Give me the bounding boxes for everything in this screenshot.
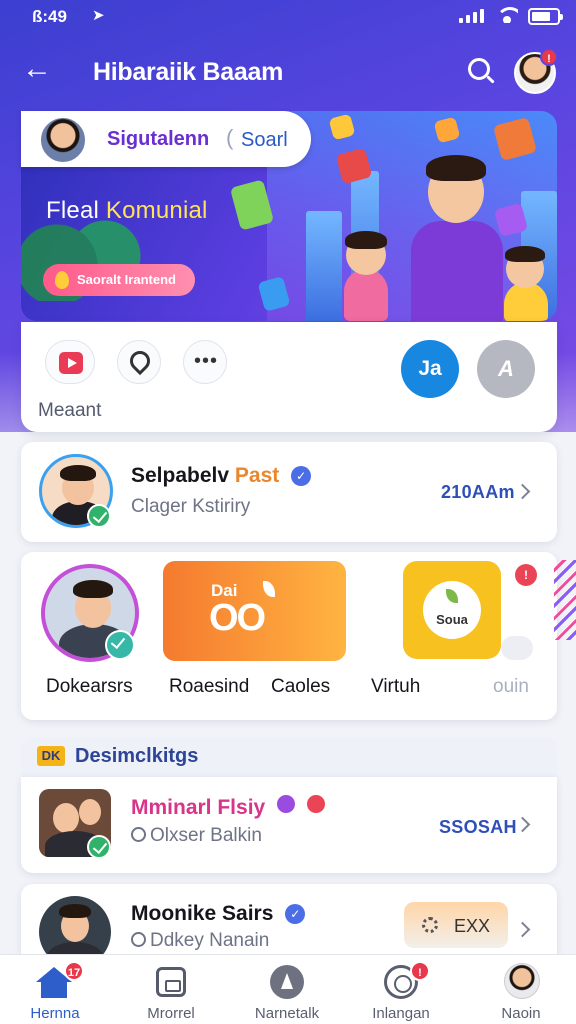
verified-badge-icon: ✓: [285, 904, 306, 924]
tab-market[interactable]: Narnetalk: [232, 955, 342, 1024]
chevron-right-icon[interactable]: [514, 816, 531, 833]
verified-check-icon: [87, 835, 111, 859]
music-note-icon: [105, 630, 135, 660]
tab-label: Inlangan: [372, 1005, 430, 1022]
tab-profile[interactable]: Naoin: [466, 955, 576, 1024]
carousel-label: Roaesind: [169, 676, 250, 697]
featured-subtitle: Clager Kstiriry: [131, 496, 251, 517]
status-time: ß:49: [32, 7, 67, 26]
tab-badge: 17: [64, 961, 84, 981]
location-button[interactable]: [117, 340, 161, 384]
yellow-app-tile[interactable]: Soua: [403, 561, 501, 659]
section-icon: DK: [37, 746, 65, 766]
leaf-icon: [263, 581, 275, 597]
banner-heading: Fleal Komunial: [46, 197, 208, 225]
red-dot-icon: [306, 795, 325, 813]
location-pin-icon: [125, 346, 155, 376]
banner-cta-label: Saoralt Irantend: [77, 272, 176, 287]
tab-badge: !: [410, 961, 430, 981]
list-item-meta: SSOSAH: [439, 817, 517, 837]
tab-label: Mrorrel: [147, 1005, 195, 1022]
quick-actions-card: ••• Meaant Ja A: [21, 322, 557, 432]
orange-tile-main: OO: [209, 597, 266, 639]
section-title: Desimclkitgs: [75, 745, 199, 767]
tab-home[interactable]: 17 Hernna: [0, 955, 110, 1024]
carousel-label: Dokearsrs: [46, 676, 133, 697]
bottom-tab-bar: 17 Hernna Mrorrel Narnetalk ! Inlangan N…: [0, 954, 576, 1024]
list-item-subtitle: Ddkey Nanain: [131, 930, 269, 952]
wifi-icon: [496, 7, 518, 23]
featured-title-accent: Past: [234, 464, 280, 487]
featured-title: Selpabelv Past ✓: [131, 464, 312, 488]
carousel-label: Caoles: [271, 676, 331, 697]
banner-heading-part1: Fleal: [46, 197, 100, 224]
profile-avatar-icon: [504, 963, 540, 999]
banner-child-figure: [336, 231, 396, 321]
tab-label: Naoin: [501, 1005, 541, 1022]
notification-badge: !: [540, 48, 558, 66]
list-item[interactable]: Mminarl Flsiy Olxser Balkin SSOSAH: [21, 777, 557, 873]
verified-badge-icon: ✓: [291, 466, 312, 486]
list-item-subtitle: Olxser Balkin: [131, 825, 262, 847]
purple-dot-icon: [277, 795, 296, 813]
carousel-label: ouin: [493, 676, 529, 697]
creator-name: Sigutalenn: [107, 128, 210, 150]
circle-icon: [131, 827, 146, 842]
back-arrow-icon[interactable]: ←: [22, 54, 52, 84]
extra-chip-label: EXX: [454, 916, 491, 936]
flame-icon: [55, 271, 69, 289]
tab-label: Hernna: [30, 1005, 80, 1022]
chevron-right-icon[interactable]: [514, 921, 531, 938]
battery-icon: [528, 8, 563, 25]
status-bar: ß:49 ➤: [0, 0, 576, 34]
carousel-label: Virtuh: [371, 676, 421, 697]
verified-check-icon: [87, 504, 111, 528]
primary-circle-button[interactable]: Ja: [401, 340, 459, 398]
gear-icon: [422, 917, 438, 933]
orange-app-tile[interactable]: Dai OO: [163, 561, 346, 661]
featured-meta: 210AAm: [441, 482, 515, 502]
more-dots-icon: •••: [193, 350, 218, 372]
secondary-circle-button[interactable]: A: [477, 340, 535, 398]
pill-separator: (: [226, 125, 234, 150]
banner-cta-button[interactable]: Saoralt Irantend: [43, 264, 195, 296]
actions-label: Meaant: [38, 400, 102, 421]
app-bar: ← Hibaraiik Baaam !: [0, 48, 576, 96]
creator-pill[interactable]: Sigutalenn ( Soarl: [21, 111, 311, 167]
location-arrow-icon: ➤: [92, 7, 105, 24]
search-icon[interactable]: [468, 58, 490, 80]
chevron-right-icon[interactable]: [514, 483, 531, 500]
list-item-title: Mminarl Flsiy: [131, 795, 325, 820]
banner-adult-figure: [406, 151, 506, 321]
more-button[interactable]: •••: [183, 340, 227, 384]
page-title: Hibaraiik Baaam: [93, 58, 284, 86]
tab-store[interactable]: Mrorrel: [116, 955, 226, 1024]
circle-icon: [131, 932, 146, 947]
creator-subtitle: Soarl: [241, 129, 288, 151]
section-header: DK Desimclkitgs: [21, 737, 557, 777]
extra-chip[interactable]: EXX: [404, 902, 508, 948]
list-item-title: Moonike Sairs ✓: [131, 902, 306, 926]
carousel-badge: !: [515, 564, 537, 586]
banner-heading-part2: Komunial: [105, 197, 208, 224]
tab-label: Narnetalk: [254, 1005, 320, 1022]
play-icon: [59, 352, 83, 374]
store-icon: [156, 967, 186, 997]
decorative-stripes: [554, 560, 576, 640]
carousel-scroll-indicator: [501, 636, 533, 660]
banner-child-figure: [496, 246, 556, 321]
video-button[interactable]: [45, 340, 95, 384]
cellular-signal-icon: [459, 9, 484, 23]
list-item[interactable]: Moonike Sairs ✓ Ddkey Nanain EXX: [21, 884, 557, 968]
featured-row-card[interactable]: Selpabelv Past ✓ Clager Kstiriry 210AAm: [21, 442, 557, 542]
creator-avatar: [39, 116, 87, 164]
market-icon: [270, 965, 304, 999]
carousel-card: Dai OO Soua ! Dokearsrs Roaesind Caoles …: [21, 552, 557, 720]
tab-explore[interactable]: ! Inlangan: [346, 955, 456, 1024]
